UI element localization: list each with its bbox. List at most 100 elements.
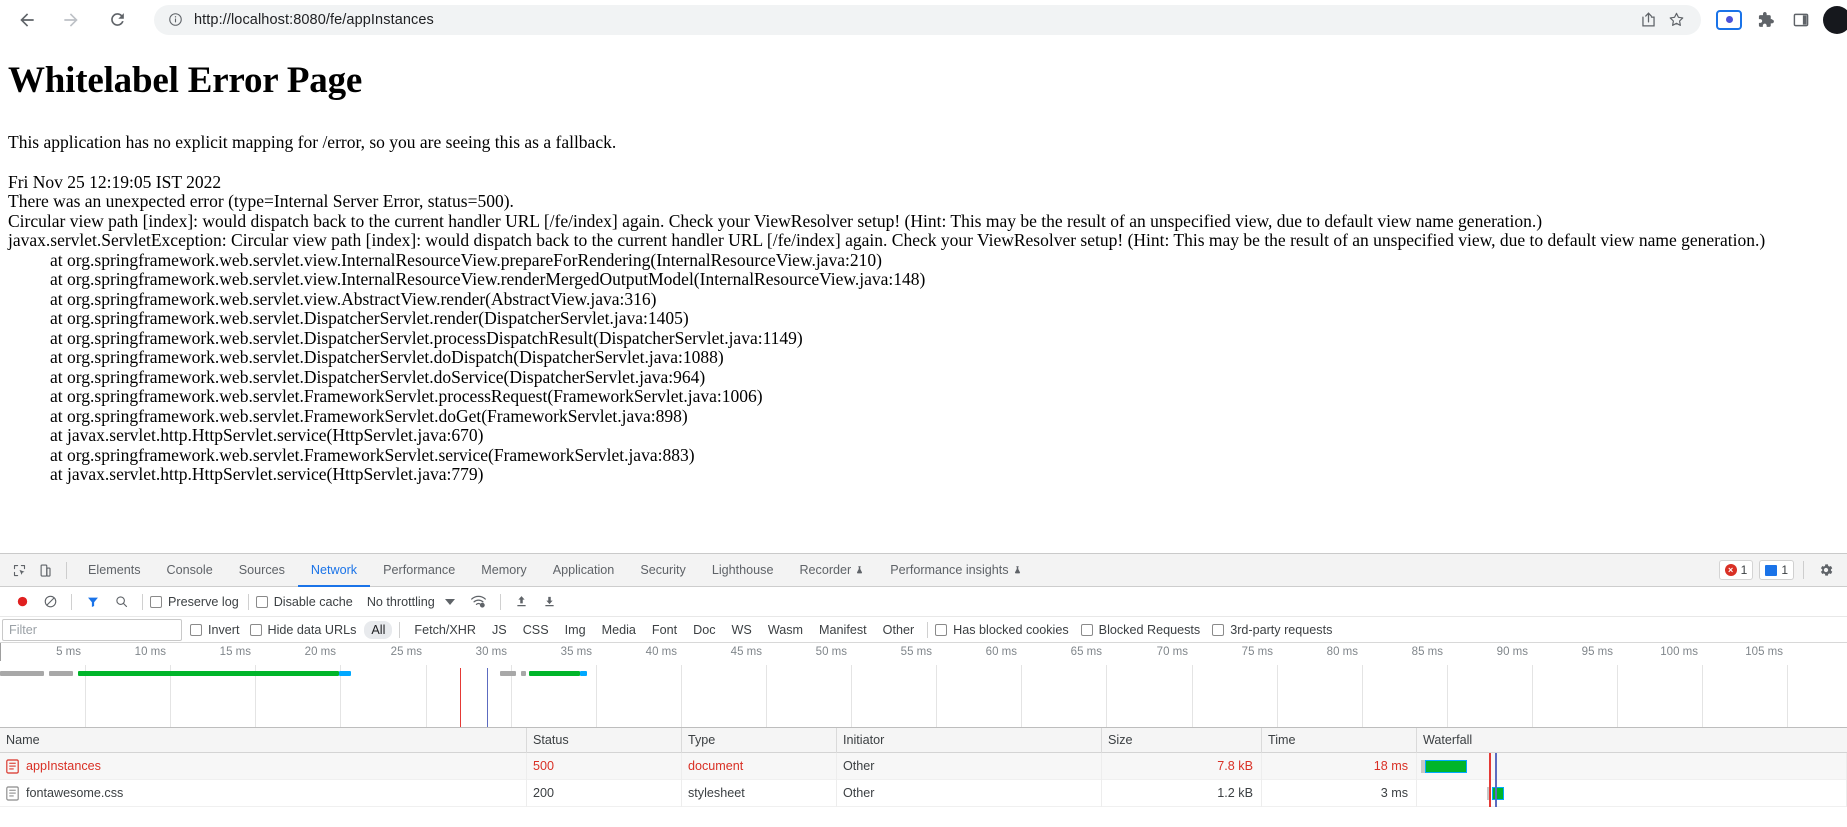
- invert-checkbox[interactable]: Invert: [190, 623, 240, 637]
- filter-funnel-icon[interactable]: [79, 589, 107, 615]
- cast-button[interactable]: [1715, 6, 1743, 34]
- tab-application[interactable]: Application: [540, 554, 628, 587]
- throttling-dropdown[interactable]: No throttling: [367, 595, 455, 609]
- type-filter-media[interactable]: Media: [595, 621, 643, 639]
- star-icon[interactable]: [1663, 7, 1689, 33]
- tab-elements[interactable]: Elements: [75, 554, 154, 587]
- error-count-badge[interactable]: × 1: [1718, 560, 1754, 580]
- type-filter-font[interactable]: Font: [645, 621, 684, 639]
- record-button[interactable]: [8, 589, 36, 615]
- cell-status: 200: [527, 779, 682, 807]
- waterfall-dcl-marker: [1489, 779, 1491, 807]
- tab-performance[interactable]: Performance: [370, 554, 468, 587]
- overview-gridline: [1617, 665, 1618, 727]
- info-circle-icon[interactable]: [166, 11, 184, 29]
- type-filter-other[interactable]: Other: [876, 621, 922, 639]
- type-filter-doc[interactable]: Doc: [686, 621, 722, 639]
- inspect-element-icon[interactable]: [6, 557, 32, 583]
- type-filter-fetch-xhr[interactable]: Fetch/XHR: [407, 621, 483, 639]
- tab-performance-insights[interactable]: Performance insights: [877, 554, 1034, 587]
- preserve-log-checkbox[interactable]: Preserve log: [150, 595, 239, 609]
- error-message-line: Fri Nov 25 12:19:05 IST 2022: [8, 171, 222, 192]
- cell-type: stylesheet: [682, 779, 837, 807]
- forward-button[interactable]: [54, 3, 88, 37]
- column-header-status[interactable]: Status: [527, 727, 682, 753]
- avatar[interactable]: [1823, 5, 1847, 34]
- tab-label: Network: [310, 563, 358, 577]
- table-row[interactable]: appInstances 500 document Other 7.8 kB 18 ms: [0, 752, 1847, 780]
- gear-icon[interactable]: [1813, 557, 1839, 583]
- device-toolbar-icon[interactable]: [32, 557, 58, 583]
- disable-cache-checkbox[interactable]: Disable cache: [255, 595, 353, 609]
- tab-security[interactable]: Security: [627, 554, 699, 587]
- extensions-button[interactable]: [1751, 6, 1779, 34]
- overview-tick-label: 70 ms: [1156, 646, 1188, 658]
- tab-label: Elements: [88, 563, 141, 577]
- search-icon[interactable]: [107, 589, 135, 615]
- devtools-tabbar: Elements Console Sources Network Performance…: [0, 554, 1847, 587]
- overview-tick-label: 30 ms: [475, 646, 507, 658]
- column-header-time[interactable]: Time: [1262, 727, 1417, 753]
- side-panel-button[interactable]: [1787, 6, 1815, 34]
- import-har-icon[interactable]: [508, 589, 536, 615]
- third-party-requests-checkbox[interactable]: 3rd-party requests: [1212, 623, 1332, 637]
- column-header-size[interactable]: Size: [1102, 727, 1262, 753]
- export-har-icon[interactable]: [536, 589, 564, 615]
- clear-icon[interactable]: [36, 589, 64, 615]
- table-row[interactable]: fontawesome.css 200 stylesheet Other 1.2 kB 3…: [0, 779, 1847, 807]
- share-icon[interactable]: [1635, 7, 1661, 33]
- filter-input[interactable]: Filter: [2, 618, 182, 641]
- column-header-name[interactable]: Name: [0, 727, 527, 753]
- type-filter-js[interactable]: JS: [485, 621, 514, 639]
- column-header-waterfall[interactable]: Waterfall: [1417, 728, 1847, 753]
- address-bar[interactable]: http://localhost:8080/fe/appInstances: [154, 4, 1701, 35]
- url-text[interactable]: http://localhost:8080/fe/appInstances: [194, 12, 434, 28]
- overview-tick-label: 35 ms: [560, 646, 592, 658]
- tab-lighthouse[interactable]: Lighthouse: [699, 554, 787, 587]
- checkbox-box: [150, 595, 162, 608]
- tab-memory[interactable]: Memory: [468, 554, 539, 587]
- devtools-status-icons: × 1 1: [1718, 557, 1847, 583]
- tab-label: Security: [640, 563, 686, 577]
- overview-gridline: [936, 665, 937, 727]
- cell-name[interactable]: fontawesome.css: [0, 779, 527, 807]
- page-title: Whitelabel Error Page: [8, 60, 363, 101]
- type-filter-css[interactable]: CSS: [516, 621, 556, 639]
- hide-data-urls-checkbox[interactable]: Hide data URLs: [249, 623, 356, 637]
- network-conditions-icon[interactable]: [465, 589, 493, 615]
- message-count-badge[interactable]: 1: [1759, 560, 1794, 580]
- dom-content-loaded-marker: [459, 668, 462, 727]
- beaker-icon: [857, 566, 863, 574]
- back-button[interactable]: [10, 3, 44, 37]
- overview-tick-label: 10 ms: [134, 646, 166, 658]
- has-blocked-cookies-checkbox[interactable]: Has blocked cookies: [935, 623, 1069, 637]
- column-header-initiator[interactable]: Initiator: [837, 727, 1102, 753]
- type-filter-img[interactable]: Img: [558, 621, 593, 639]
- network-overview-timeline[interactable]: 5 ms 10 ms 15 ms 20 ms 25 ms 30 ms 35 ms 40 ms 4…: [0, 643, 1847, 728]
- tab-recorder[interactable]: Recorder: [786, 554, 877, 587]
- network-request-table: Name Status Type Initiator Size Time Wat…: [0, 727, 1847, 807]
- cell-size: 1.2 kB: [1102, 779, 1262, 807]
- omnibox-actions: [1635, 7, 1689, 33]
- overview-request-bar: [580, 671, 588, 676]
- reload-button[interactable]: [100, 3, 134, 37]
- overview-tick-label: 105 ms: [1745, 646, 1783, 658]
- overview-gridline: [851, 665, 852, 727]
- type-filter-manifest[interactable]: Manifest: [812, 621, 874, 639]
- type-filter-wasm[interactable]: Wasm: [761, 621, 810, 639]
- tab-sources[interactable]: Sources: [226, 554, 298, 587]
- tab-label: Application: [552, 563, 615, 577]
- stack-trace-line: at org.springframework.web.servlet.Dispa…: [50, 308, 689, 329]
- cell-time: 3 ms: [1262, 779, 1417, 807]
- type-filter-all[interactable]: All: [364, 620, 393, 639]
- tab-console[interactable]: Console: [154, 554, 226, 587]
- cast-icon: [1716, 9, 1742, 30]
- type-filter-ws[interactable]: WS: [725, 621, 759, 639]
- load-event-marker: [486, 668, 489, 727]
- blocked-requests-checkbox[interactable]: Blocked Requests: [1080, 623, 1200, 637]
- column-header-type[interactable]: Type: [682, 727, 837, 753]
- overview-request-bar: [520, 671, 526, 676]
- tab-network[interactable]: Network: [298, 554, 370, 587]
- stack-trace-line: at org.springframework.web.servlet.Frame…: [50, 386, 763, 407]
- cell-name[interactable]: appInstances: [0, 752, 527, 780]
